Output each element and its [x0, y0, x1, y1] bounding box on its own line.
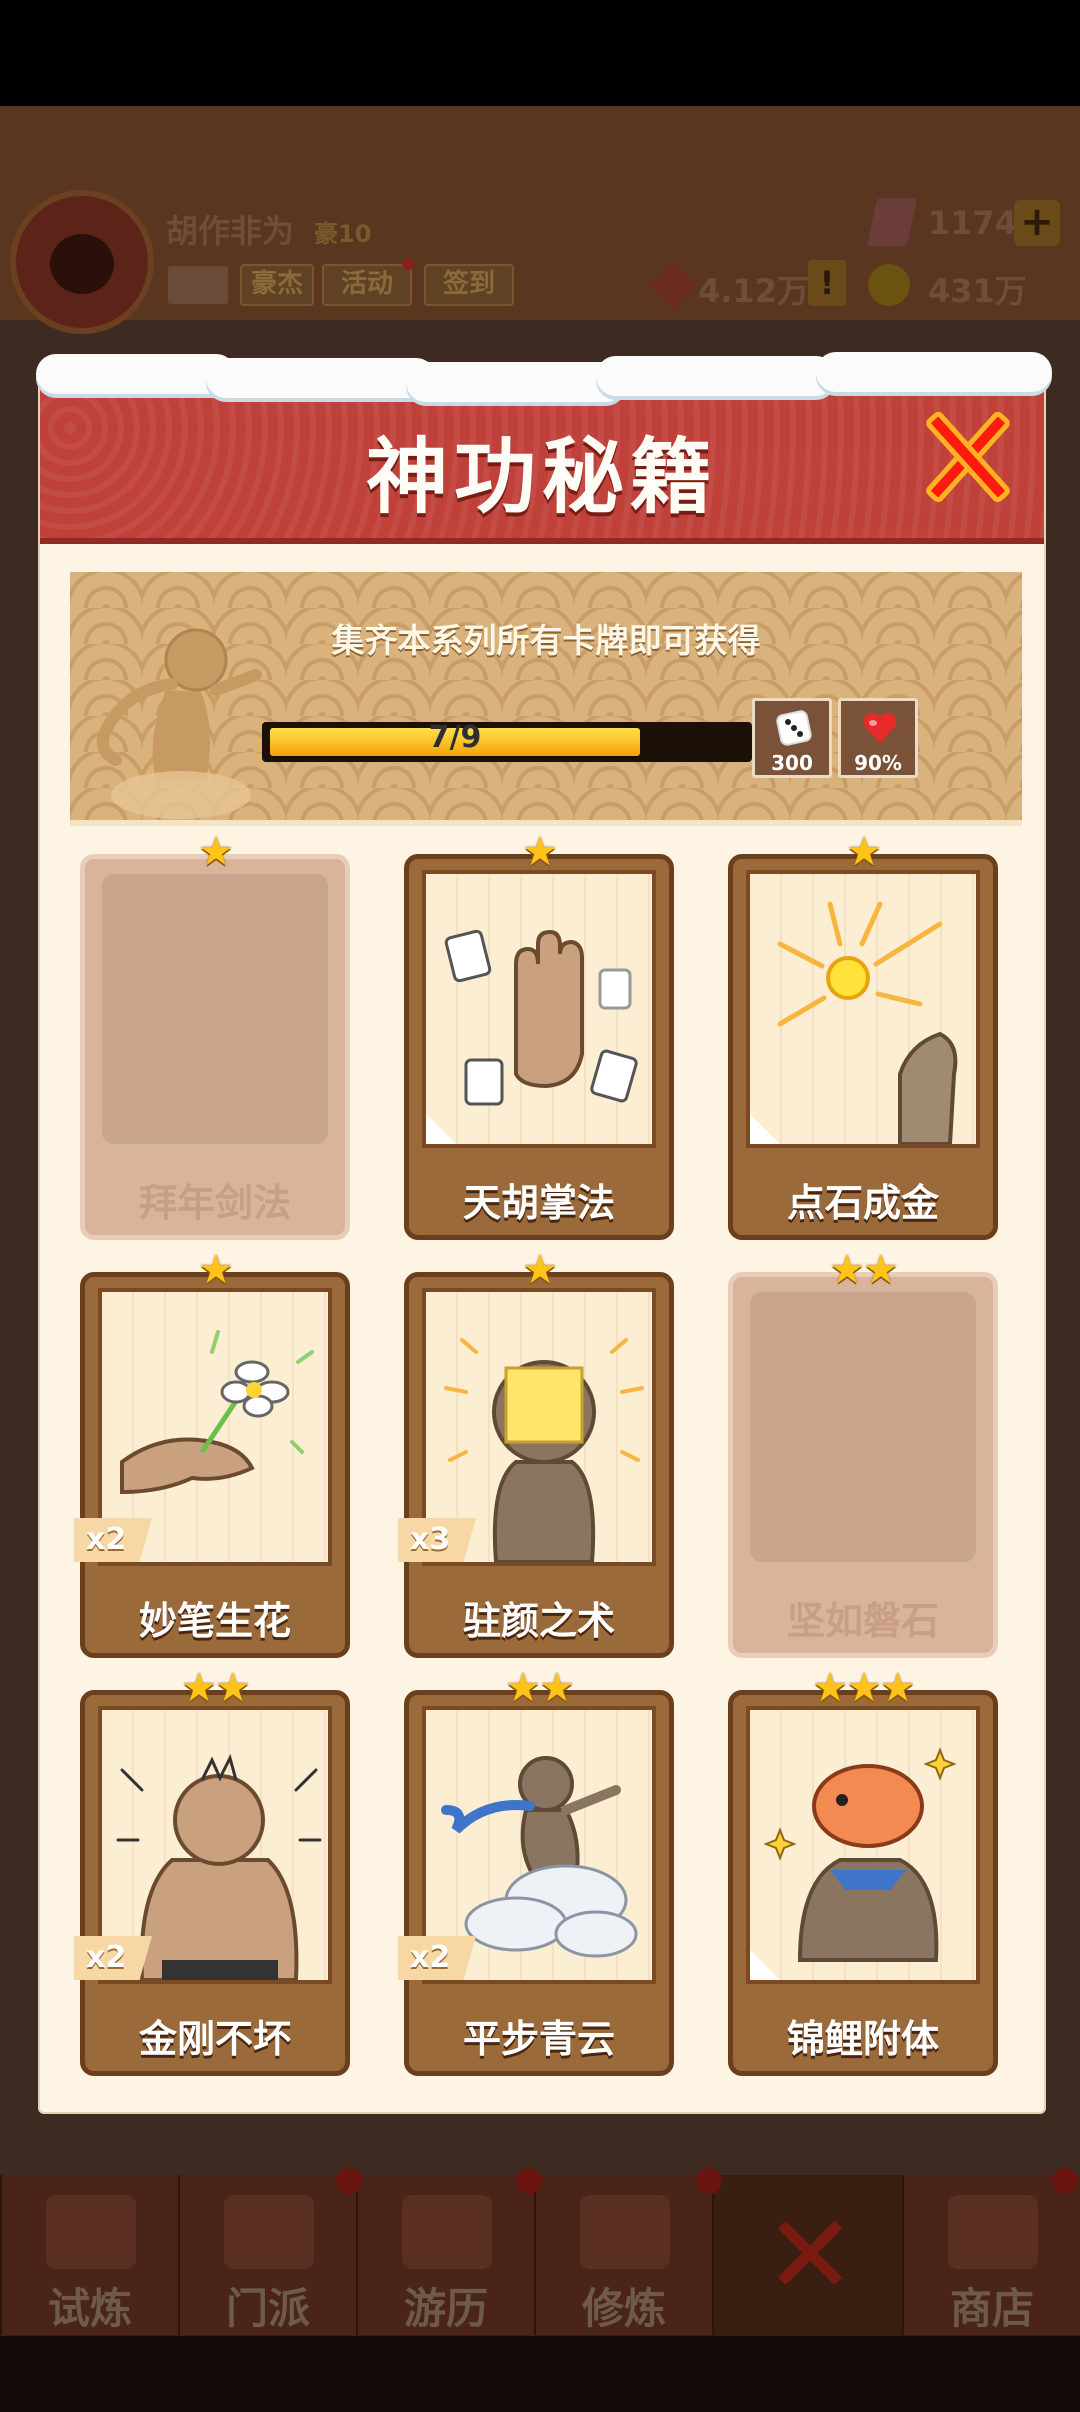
- card-name: 坚如磐石: [786, 1599, 939, 1643]
- star-rating: ★: [522, 1247, 558, 1293]
- card-cloud-step[interactable]: x2 ★★ 平步青云: [398, 1666, 674, 2076]
- nav-tab-cultivate[interactable]: 修炼: [534, 2175, 712, 2335]
- nav-tab-travel[interactable]: 游历: [356, 2175, 534, 2335]
- player-name: 胡作非为: [166, 212, 295, 250]
- add-gems-button[interactable]: +: [1014, 200, 1060, 246]
- alert-button[interactable]: !: [808, 260, 846, 306]
- card-bainian-sword[interactable]: ★ 拜年剑法: [80, 830, 350, 1240]
- star-rating: ★★: [505, 1665, 575, 1711]
- star-rating: ★★★: [812, 1665, 916, 1711]
- card-name: 点石成金: [786, 1181, 939, 1225]
- star-rating: ★: [198, 829, 234, 875]
- coin-icon: [868, 264, 910, 306]
- koi-monk-art-icon: [763, 1747, 957, 1962]
- notification-dot: [336, 2168, 362, 2194]
- card-youth-art[interactable]: x3 ★ 驻颜之术: [398, 1248, 674, 1658]
- shop-icon: [948, 2195, 1038, 2269]
- card-name: 金刚不坏: [138, 2017, 291, 2061]
- star-rating: ★: [522, 829, 558, 875]
- nav-label: 门派: [225, 2284, 310, 2333]
- card-name: 锦鲤附体: [786, 2017, 939, 2061]
- cultivate-icon: [580, 2195, 670, 2269]
- sect-icon: [224, 2195, 314, 2269]
- hero-button[interactable]: 豪杰: [240, 264, 314, 306]
- card-name: 平步青云: [462, 2017, 615, 2061]
- card-name: 天胡掌法: [462, 1181, 615, 1225]
- notification-dot: [516, 2168, 542, 2194]
- trial-icon: [46, 2195, 136, 2269]
- card-koi-blessing[interactable]: ★★★ 锦鲤附体: [728, 1666, 998, 2076]
- card-vajra-body[interactable]: x2 ★★ 金刚不坏: [74, 1666, 350, 2076]
- reward-value: 90%: [854, 751, 902, 775]
- card-count-badge: x2: [74, 1936, 152, 1980]
- collection-hint: 集齐本系列所有卡牌即可获得: [331, 621, 761, 660]
- nav-tab-sect[interactable]: 门派: [178, 2175, 356, 2335]
- star-rating: ★★: [829, 1247, 899, 1293]
- card-count-badge: x2: [74, 1518, 152, 1562]
- nav-tab-trial[interactable]: 试炼: [0, 2175, 178, 2335]
- heart-icon: [863, 712, 897, 743]
- close-button[interactable]: [918, 408, 1014, 505]
- palm-art-icon: [444, 929, 638, 1106]
- dice-icon: [776, 710, 812, 746]
- close-icon[interactable]: ✕: [760, 2200, 860, 2310]
- notification-dot: [402, 258, 414, 270]
- nav-label: 修炼: [581, 2284, 666, 2333]
- card-count-badge: x2: [398, 1936, 476, 1980]
- dialog-title: 神功秘籍: [365, 430, 718, 525]
- star-rating: ★: [198, 1247, 234, 1293]
- mail-icon[interactable]: [168, 266, 228, 304]
- card-flower-brush[interactable]: x2 ★ 妙笔生花: [74, 1248, 350, 1658]
- reward-heart[interactable]: 90%: [838, 698, 918, 778]
- nav-label: 商店: [949, 2284, 1034, 2333]
- system-nav-strip: [0, 2336, 1080, 2412]
- card-solid-rock[interactable]: ★★ 坚如磐石: [728, 1248, 998, 1658]
- event-button[interactable]: 活动: [322, 264, 412, 306]
- star-rating: ★★: [181, 1665, 251, 1711]
- notification-dot: [1052, 2168, 1078, 2194]
- progress-text: 7/9: [428, 720, 482, 755]
- reward-dice[interactable]: 300: [752, 698, 832, 778]
- checkin-button[interactable]: 签到: [424, 264, 514, 306]
- card-name: 妙笔生花: [138, 1599, 291, 1643]
- nav-label: 试炼: [47, 2284, 132, 2333]
- status-bar: [0, 0, 1080, 106]
- coin-count: 431万: [928, 272, 1027, 310]
- card-touch-gold[interactable]: ★ 点石成金: [728, 830, 998, 1240]
- gem-count: 1174: [928, 204, 1018, 242]
- avatar[interactable]: [10, 190, 154, 334]
- power-value: 4.12万: [698, 272, 809, 310]
- nav-label: 游历: [403, 2284, 488, 2333]
- card-tianhu-palm[interactable]: ★ 天胡掌法: [404, 830, 674, 1240]
- player-rank-badge: 豪10: [314, 220, 372, 248]
- travel-icon: [402, 2195, 492, 2269]
- nav-tab-shop[interactable]: 商店: [902, 2175, 1080, 2335]
- card-name: 拜年剑法: [138, 1181, 291, 1225]
- gold-finger-art-icon: [777, 901, 958, 1144]
- notification-dot: [696, 2168, 722, 2194]
- reward-value: 300: [771, 751, 813, 775]
- header-background: [0, 106, 1080, 320]
- star-rating: ★: [846, 829, 882, 875]
- card-name: 驻颜之术: [462, 1599, 615, 1643]
- snow-decoration: [36, 348, 1052, 402]
- avatar-face: [50, 234, 114, 294]
- card-count-badge: x3: [398, 1518, 476, 1562]
